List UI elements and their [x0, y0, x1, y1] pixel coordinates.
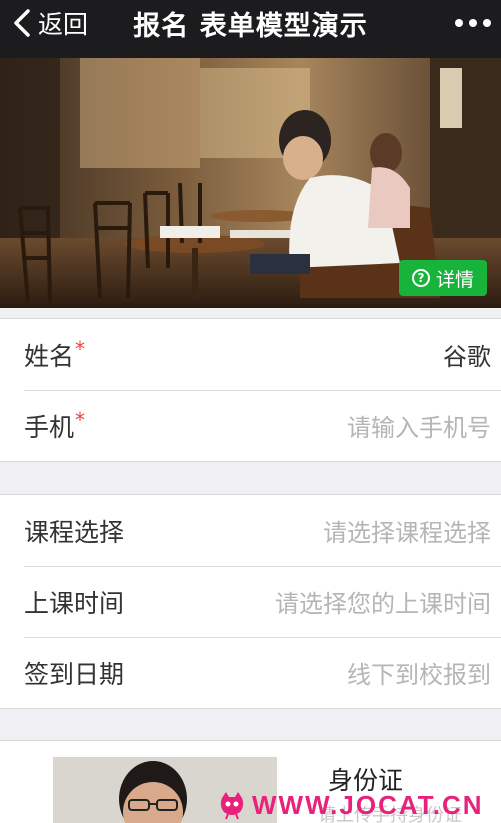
form-group-basic: 姓名* 谷歌 手机* 请输入手机号 — [0, 318, 501, 462]
class-time-row[interactable]: 上课时间 请选择您的上课时间 — [0, 566, 501, 637]
checkin-date-label: 签到日期 — [24, 659, 125, 689]
class-time-select[interactable]: 请选择您的上课时间 — [275, 584, 491, 619]
checkin-date-row[interactable]: 签到日期 线下到校报到 — [0, 637, 501, 708]
name-label: 姓名* — [24, 336, 86, 371]
course-select[interactable]: 请选择课程选择 — [323, 513, 491, 548]
detail-label: 详情 — [435, 268, 474, 291]
back-button[interactable]: 返回 — [12, 0, 88, 46]
phone-label: 手机* — [24, 407, 86, 442]
name-input[interactable]: 谷歌 — [443, 337, 491, 372]
banner-image: ? 详情 — [0, 58, 501, 308]
checkin-date-select[interactable]: 线下到校报到 — [347, 655, 491, 690]
more-dots-icon[interactable] — [453, 10, 493, 36]
phone-input[interactable]: 请输入手机号 — [347, 408, 491, 443]
nav-bar: 返回 报名 表单模型演示 — [0, 0, 501, 58]
cat-logo-icon — [220, 792, 244, 820]
watermark-text: WWW.JOCAT.CN — [252, 789, 484, 820]
phone-field-row[interactable]: 手机* 请输入手机号 — [0, 390, 501, 461]
required-mark: * — [75, 407, 86, 432]
course-label: 课程选择 — [24, 517, 125, 547]
watermark: WWW.JOCAT.CN — [218, 788, 484, 822]
question-circle-icon: ? — [411, 269, 430, 287]
class-time-label: 上课时间 — [24, 588, 125, 618]
required-mark: * — [75, 336, 86, 361]
course-select-row[interactable]: 课程选择 请选择课程选择 — [0, 495, 501, 566]
name-field-row[interactable]: 姓名* 谷歌 — [0, 319, 501, 390]
detail-button[interactable]: ? 详情 — [399, 260, 487, 296]
chevron-left-icon — [14, 9, 30, 37]
form-group-course: 课程选择 请选择课程选择 上课时间 请选择您的上课时间 签到日期 线下到校报到 — [0, 494, 501, 709]
page-title: 报名 表单模型演示 — [133, 10, 368, 42]
